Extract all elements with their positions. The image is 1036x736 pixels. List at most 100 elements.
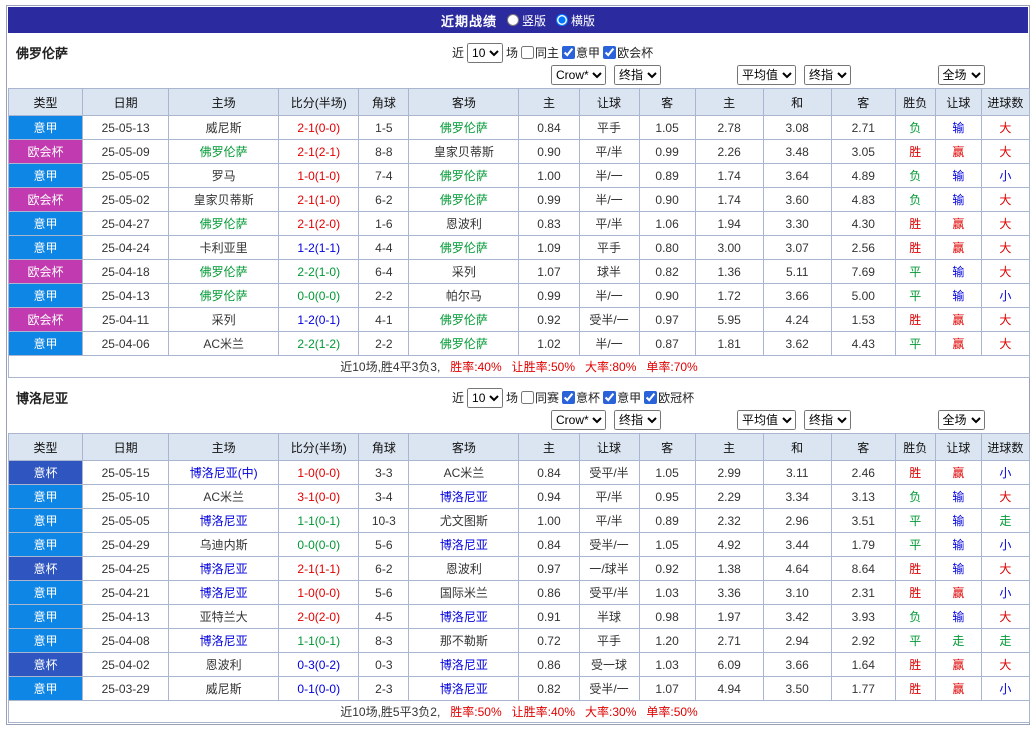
away-team-cell[interactable]: 博洛尼亚 xyxy=(409,605,519,629)
score-cell: 1-1(0-1) xyxy=(279,629,359,653)
odds-cell: 0.97 xyxy=(639,308,695,332)
result-cell: 胜 xyxy=(895,461,935,485)
away-team-cell[interactable]: 佛罗伦萨 xyxy=(409,332,519,356)
result-cell: 赢 xyxy=(935,461,981,485)
home-team-cell[interactable]: 佛罗伦萨 xyxy=(169,140,279,164)
odds-select[interactable]: 全场 xyxy=(938,65,985,85)
league-cell: 意甲 xyxy=(9,332,83,356)
filter-checkbox[interactable]: 意杯 xyxy=(562,389,600,406)
away-team-cell[interactable]: 佛罗伦萨 xyxy=(409,236,519,260)
odds-select[interactable]: Crow* xyxy=(551,410,606,430)
league-cell: 意甲 xyxy=(9,677,83,701)
away-team-cell[interactable]: 博洛尼亚 xyxy=(409,677,519,701)
away-team-cell[interactable]: 佛罗伦萨 xyxy=(409,116,519,140)
column-header: 客 xyxy=(831,89,895,116)
odds-select[interactable]: 全场 xyxy=(938,410,985,430)
home-team-cell[interactable]: 博洛尼亚 xyxy=(169,629,279,653)
away-team-cell[interactable]: 博洛尼亚 xyxy=(409,533,519,557)
filter-checkbox-input[interactable] xyxy=(603,391,616,404)
column-header: 进球数 xyxy=(981,434,1029,461)
filter-checkbox-input[interactable] xyxy=(644,391,657,404)
summary-stat: 让胜率:40% xyxy=(512,705,575,719)
away-team-cell[interactable]: 佛罗伦萨 xyxy=(409,188,519,212)
filter-checkbox-input[interactable] xyxy=(521,46,534,59)
filter-checkbox[interactable]: 同主 xyxy=(521,44,559,61)
recent-count-select[interactable]: 10 xyxy=(467,388,503,408)
horizontal-radio-input[interactable] xyxy=(556,14,568,26)
filter-checkbox[interactable]: 欧会杯 xyxy=(603,44,653,61)
result-cell: 小 xyxy=(981,677,1029,701)
league-cell: 意杯 xyxy=(9,653,83,677)
dropdown-group: 全场 xyxy=(894,65,1028,85)
corners-cell: 1-6 xyxy=(359,212,409,236)
home-team-cell[interactable]: 佛罗伦萨 xyxy=(169,212,279,236)
odds-cell: 1.20 xyxy=(639,629,695,653)
result-cell: 平 xyxy=(895,284,935,308)
home-team-cell[interactable]: 博洛尼亚 xyxy=(169,557,279,581)
league-cell: 意甲 xyxy=(9,284,83,308)
odds-cell: 0.94 xyxy=(519,485,579,509)
result-cell: 赢 xyxy=(935,677,981,701)
result-cell: 大 xyxy=(981,212,1029,236)
odds-cell: 0.87 xyxy=(639,332,695,356)
result-cell: 负 xyxy=(895,164,935,188)
home-team-cell[interactable]: 博洛尼亚(中) xyxy=(169,461,279,485)
odds-view-controls: Crow*终指平均值终指全场 xyxy=(8,410,1028,433)
odds-cell: 受半/一 xyxy=(579,308,639,332)
odds-cell: 2.78 xyxy=(695,116,763,140)
result-cell: 胜 xyxy=(895,236,935,260)
away-team-cell[interactable]: 博洛尼亚 xyxy=(409,485,519,509)
odds-select[interactable]: 终指 xyxy=(614,65,661,85)
odds-select[interactable]: 平均值 xyxy=(737,410,796,430)
filter-checkbox-input[interactable] xyxy=(562,391,575,404)
odds-cell: 4.94 xyxy=(695,677,763,701)
home-team-cell[interactable]: 佛罗伦萨 xyxy=(169,260,279,284)
filter-checkbox-input[interactable] xyxy=(521,391,534,404)
away-team-cell[interactable]: 佛罗伦萨 xyxy=(409,164,519,188)
column-header: 客 xyxy=(639,89,695,116)
result-cell: 输 xyxy=(935,116,981,140)
corners-cell: 8-8 xyxy=(359,140,409,164)
layout-radio-horizontal[interactable]: 横版 xyxy=(556,12,595,29)
layout-radio-vertical[interactable]: 竖版 xyxy=(507,12,546,29)
result-cell: 胜 xyxy=(895,653,935,677)
score-cell: 1-0(0-0) xyxy=(279,581,359,605)
dropdown-group: Crow* 终指 xyxy=(518,410,694,430)
home-team-cell[interactable]: 博洛尼亚 xyxy=(169,509,279,533)
column-header: 客 xyxy=(831,434,895,461)
odds-select[interactable]: 终指 xyxy=(614,410,661,430)
away-team-cell[interactable]: 博洛尼亚 xyxy=(409,653,519,677)
odds-cell: 平/半 xyxy=(579,140,639,164)
filter-checkbox-input[interactable] xyxy=(603,46,616,59)
odds-cell: 4.24 xyxy=(763,308,831,332)
column-header: 主场 xyxy=(169,89,279,116)
recent-count-select[interactable]: 10 xyxy=(467,43,503,63)
filter-checkbox-label: 欧会杯 xyxy=(617,44,653,61)
filter-checkbox-input[interactable] xyxy=(562,46,575,59)
date-cell: 25-04-29 xyxy=(83,533,169,557)
odds-select[interactable]: 终指 xyxy=(804,410,851,430)
home-team-cell[interactable]: 博洛尼亚 xyxy=(169,581,279,605)
odds-select[interactable]: 终指 xyxy=(804,65,851,85)
corners-cell: 2-2 xyxy=(359,332,409,356)
result-cell: 胜 xyxy=(895,308,935,332)
score-cell: 2-2(1-0) xyxy=(279,260,359,284)
match-row: 意甲25-04-06AC米兰2-2(1-2)2-2佛罗伦萨1.02半/一0.87… xyxy=(9,332,1030,356)
filter-checkbox[interactable]: 意甲 xyxy=(562,44,600,61)
odds-select[interactable]: 平均值 xyxy=(737,65,796,85)
page: 近期战绩 竖版 横版 佛罗伦萨近10场同主意甲欧会杯Crow*终指平均值终指全场… xyxy=(6,5,1030,725)
filter-checkbox[interactable]: 意甲 xyxy=(603,389,641,406)
date-cell: 25-04-24 xyxy=(83,236,169,260)
home-team-cell[interactable]: 佛罗伦萨 xyxy=(169,284,279,308)
odds-cell: 4.30 xyxy=(831,212,895,236)
score-cell: 0-0(0-0) xyxy=(279,284,359,308)
date-cell: 25-04-06 xyxy=(83,332,169,356)
away-team-cell: 采列 xyxy=(409,260,519,284)
vertical-radio-input[interactable] xyxy=(507,14,519,26)
date-cell: 25-05-09 xyxy=(83,140,169,164)
odds-select[interactable]: Crow* xyxy=(551,65,606,85)
filter-checkbox[interactable]: 同赛 xyxy=(521,389,559,406)
away-team-cell[interactable]: 佛罗伦萨 xyxy=(409,308,519,332)
filter-checkbox[interactable]: 欧冠杯 xyxy=(644,389,694,406)
odds-cell: 0.98 xyxy=(639,605,695,629)
